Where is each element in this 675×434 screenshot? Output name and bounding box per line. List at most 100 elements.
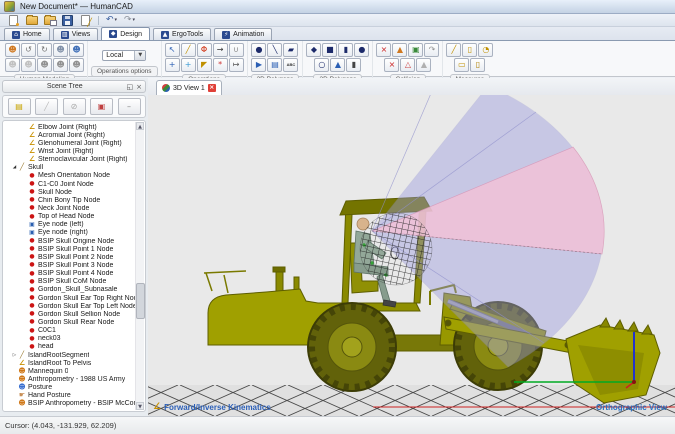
add-image-button[interactable]: ▣ [90, 98, 113, 115]
line-2d-icon[interactable]: ╲ [267, 43, 282, 57]
tree-item[interactable]: head [5, 343, 135, 351]
mannequin-front-view-icon[interactable]: ☻ [5, 58, 20, 72]
tree-item[interactable]: Acromial Joint (Right) [5, 131, 135, 139]
tree-item[interactable]: Elbow Joint (Right) [5, 123, 135, 131]
add-node-button[interactable]: ▤ [8, 98, 31, 115]
collision-off-icon[interactable]: ▲ [416, 58, 431, 72]
edit-node-button[interactable]: ╱ [35, 98, 58, 115]
viewport-canvas[interactable]: ∠ Forward/Inverse Kinematics Orthographi… [148, 95, 675, 416]
tree-item[interactable]: BSIP Skull Point 4 Node [5, 270, 135, 278]
tab-design[interactable]: ◆ Design [101, 27, 150, 40]
edit-button[interactable] [78, 15, 93, 26]
tab-ergotools[interactable]: ▲ ErgoTools [153, 28, 211, 40]
view-tab-3d-view-1[interactable]: 3D View 1 × [156, 80, 222, 95]
edit-node-icon[interactable]: ╱ [181, 43, 196, 57]
measure-height-icon[interactable]: ▯ [462, 43, 477, 57]
collapse-tree-button[interactable]: – [118, 98, 141, 115]
mannequin-side-view-icon[interactable]: ☻ [21, 58, 36, 72]
rotate-mannequin-right-icon[interactable]: ↻ [37, 43, 52, 57]
measure-angle-icon[interactable]: ◔ [478, 43, 493, 57]
translate-icon[interactable]: → [213, 43, 228, 57]
collision-outline-icon[interactable]: △ [400, 58, 415, 72]
tree-item[interactable]: BSIP Skull Origine Node [5, 237, 135, 245]
frustum-3d-icon[interactable]: ◆ [306, 43, 321, 57]
tab-views[interactable]: ▥ Views [53, 28, 99, 40]
scroll-down-icon[interactable]: ▼ [136, 402, 144, 410]
tree-item[interactable]: Wrist Joint (Right) [5, 147, 135, 155]
text-label-icon[interactable]: ABC [283, 58, 298, 72]
measure-pencil-icon[interactable]: ╱ [446, 43, 461, 57]
tree-item[interactable]: Top of Head Node [5, 213, 135, 221]
tree-scrollbar[interactable]: ▲ ▼ [135, 122, 144, 410]
tab-animation[interactable]: ⚡ Animation [214, 28, 272, 40]
tab-home[interactable]: ⌂ Home [4, 28, 50, 40]
tree-item[interactable]: BSIP Skull Point 2 Node [5, 253, 135, 261]
tree-item[interactable]: BSIP Anthropometry - BSIP McCon... [5, 400, 135, 408]
tree-item[interactable]: Eye node (right) [5, 229, 135, 237]
scrollbar-thumb[interactable] [136, 283, 145, 319]
undo-button[interactable]: ↶▾ [104, 15, 119, 26]
cone-3d-icon[interactable]: ▲ [330, 58, 345, 72]
move-origin-icon[interactable]: + [165, 58, 180, 72]
torus-3d-icon[interactable]: ○ [314, 58, 329, 72]
collision-pair-icon[interactable]: × [384, 58, 399, 72]
transform-icon[interactable]: ◤ [197, 58, 212, 72]
target-icon[interactable]: * [213, 58, 228, 72]
tree-item[interactable]: BSIP Skull CoM Node [5, 278, 135, 286]
tree-item[interactable]: Neck Joint Node [5, 204, 135, 212]
open-button[interactable] [24, 15, 39, 26]
select-pointer-icon[interactable]: ↖ [165, 43, 180, 57]
tree-item[interactable]: Glenohumeral Joint (Right) [5, 139, 135, 147]
collision-warning-icon[interactable]: ▲ [392, 43, 407, 57]
copy-mannequin-icon[interactable]: ☻ [53, 43, 68, 57]
kinematics-mode-label[interactable]: ∠ Forward/Inverse Kinematics [153, 402, 271, 412]
collision-history-icon[interactable]: ↷ [424, 43, 439, 57]
save-button[interactable] [60, 15, 75, 26]
add-point-icon[interactable]: + [181, 58, 196, 72]
tree-item[interactable]: Mesh Orientation Node [5, 172, 135, 180]
anthropometry-tool-icon[interactable]: ☻ [53, 58, 68, 72]
projection-mode-label[interactable]: Orthographic View [596, 403, 667, 412]
tree-item[interactable]: ▷ IslandRootSegment [5, 351, 135, 359]
posture-editor-icon[interactable]: ☻ [69, 58, 84, 72]
tree-item[interactable]: Sternoclavicular Joint (Right) [5, 156, 135, 164]
block-3d-icon[interactable]: ▮ [346, 58, 361, 72]
tree-item[interactable]: Gordon Skull Ear Top Right Node [5, 294, 135, 302]
scroll-up-icon[interactable]: ▲ [136, 122, 144, 130]
somatotype-icon[interactable]: ☻ [37, 58, 52, 72]
collision-detect-icon[interactable]: × [376, 43, 391, 57]
attach-link-icon[interactable]: ∪ [229, 43, 244, 57]
tree-item[interactable]: Gordon Skull Sellion Node [5, 310, 135, 318]
tree-item[interactable]: ◢ Skull [5, 164, 135, 172]
tree-item[interactable]: Chin Bony Tip Node [5, 196, 135, 204]
tree-item[interactable]: Gordon Skull Ear Top Left Node [5, 302, 135, 310]
tree-item[interactable]: BSIP Skull Point 1 Node [5, 245, 135, 253]
polygon-2d-icon[interactable]: ▰ [283, 43, 298, 57]
cylinder-3d-icon[interactable]: ▮ [338, 43, 353, 57]
mannequin-library-icon[interactable]: ☻ [69, 43, 84, 57]
create-mannequin-icon[interactable]: ☻ [5, 43, 20, 57]
tree-item[interactable]: C1-C0 Joint Node [5, 180, 135, 188]
dimension-2d-icon[interactable]: ▤ [267, 58, 282, 72]
tree-item[interactable]: Gordon_Skull_Subnasale [5, 286, 135, 294]
extrude-2d-icon[interactable]: ▶ [251, 58, 266, 72]
close-view-button[interactable]: × [208, 84, 216, 92]
close-panel-button[interactable]: × [136, 83, 142, 91]
tree-item[interactable]: neck03 [5, 335, 135, 343]
tree-item[interactable]: BSIP Skull Point 3 Node [5, 261, 135, 269]
box-3d-icon[interactable]: ■ [322, 43, 337, 57]
rotate-joint-icon[interactable]: Φ [197, 43, 212, 57]
operations-scope-dropdown[interactable]: Local ▼ [102, 50, 146, 61]
align-icon[interactable]: ↦ [229, 58, 244, 72]
sphere-3d-icon[interactable]: ● [354, 43, 369, 57]
float-panel-button[interactable]: ◱ [127, 83, 134, 91]
tree-item[interactable]: Eye node (left) [5, 221, 135, 229]
new-document-button[interactable] [6, 15, 21, 26]
circle-2d-icon[interactable]: ● [251, 43, 266, 57]
measure-length-icon[interactable]: ▭ [454, 58, 469, 72]
tree-item[interactable]: C0C1 [5, 327, 135, 335]
redo-button[interactable]: ↷▾ [122, 15, 137, 26]
measure-caliper-icon[interactable]: ▯ [470, 58, 485, 72]
import-mail-button[interactable] [42, 15, 57, 26]
delete-node-button[interactable]: ⊘ [63, 98, 86, 115]
